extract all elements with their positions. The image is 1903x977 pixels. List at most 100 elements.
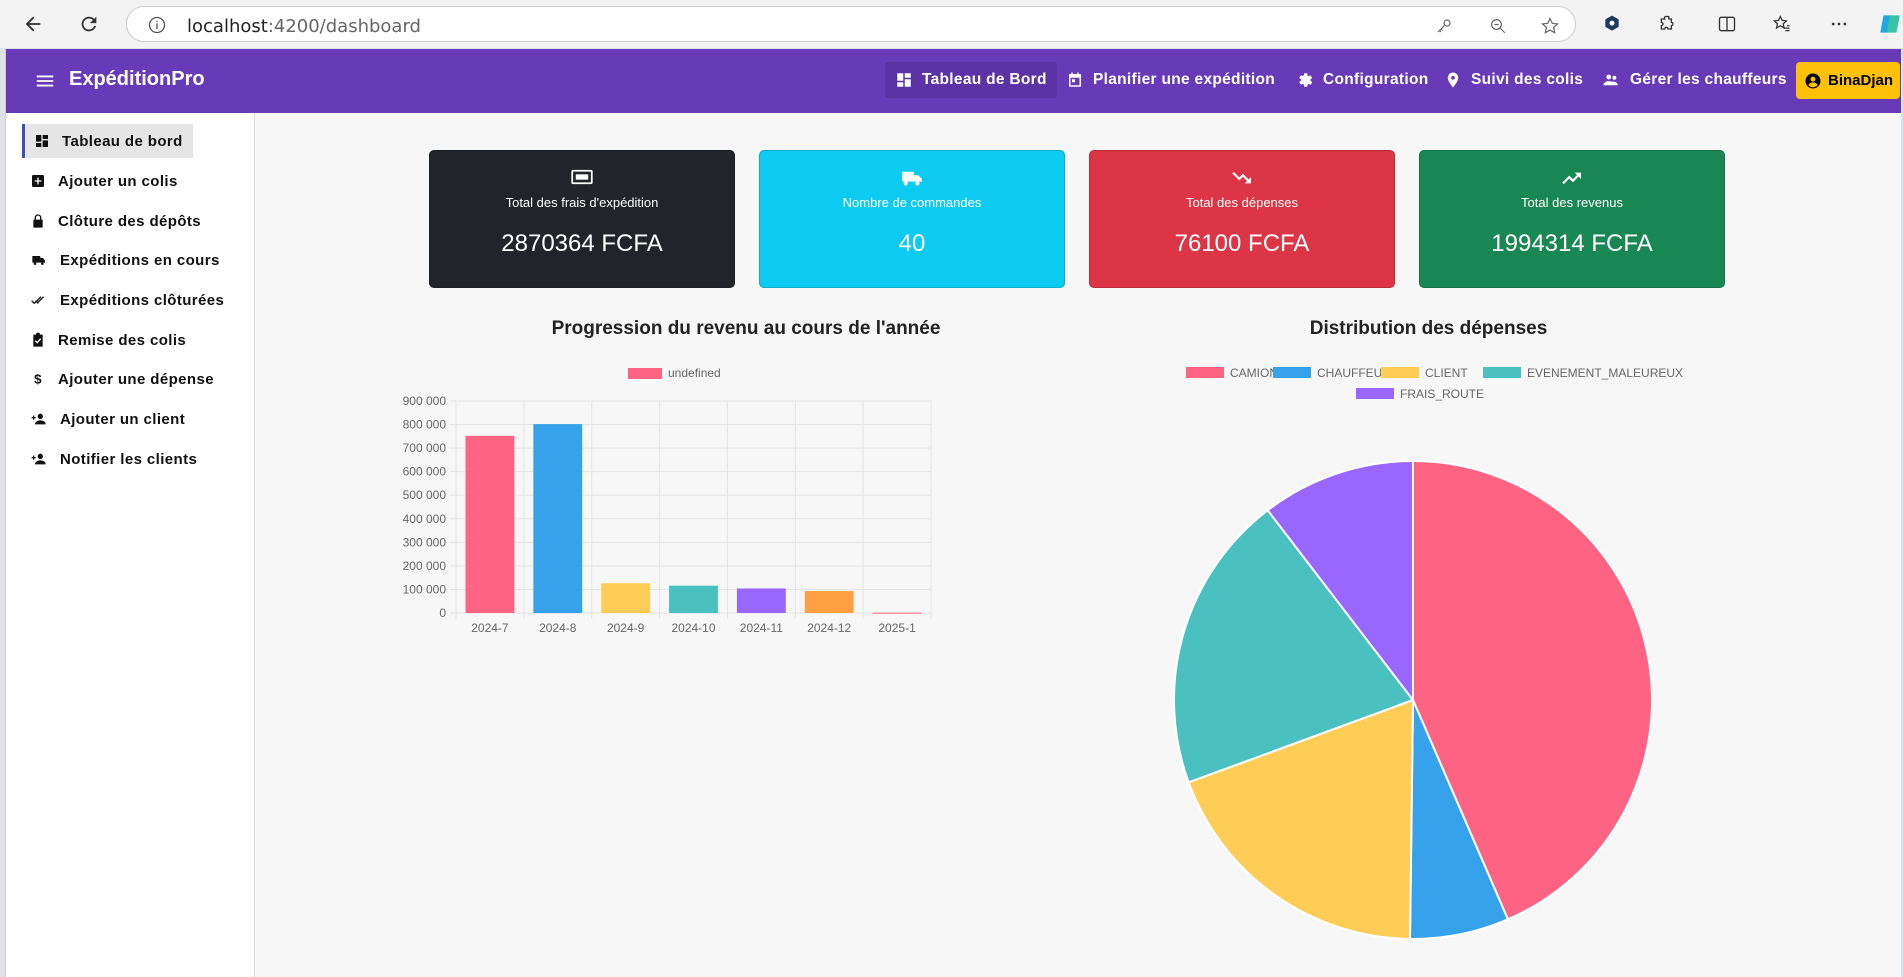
sidebar-item-depot-closing[interactable]: Clôture des dépôts [22, 204, 211, 238]
nav-manage-drivers-label: Gérer les chauffeurs [1630, 71, 1787, 88]
copilot-icon[interactable] [1876, 12, 1903, 36]
account-circle-icon [1805, 73, 1821, 88]
nav-parcel-tracking-label: Suivi des colis [1471, 71, 1584, 88]
legend-label: CAMION [1230, 366, 1278, 380]
url-text: localhost:4200/dashboard [187, 16, 421, 37]
url-host: localhost [187, 16, 268, 37]
y-tick-label: 700 000 [403, 441, 447, 455]
more-options-icon[interactable] [1827, 12, 1851, 36]
nav-configuration-label: Configuration [1323, 71, 1429, 88]
x-tick-label: 2024-10 [671, 621, 715, 633]
bar [669, 585, 718, 613]
sidebar-item-notify-clients[interactable]: Notifier les clients [22, 442, 207, 476]
refresh-icon[interactable] [74, 9, 104, 39]
legend-label: FRAIS_ROUTE [1400, 387, 1484, 401]
add-box-icon [32, 175, 44, 187]
x-tick-label: 2024-11 [740, 621, 783, 633]
legend-label: undefined [668, 366, 721, 380]
card-title: Total des dépenses [1185, 195, 1299, 210]
x-tick-label: 2024-9 [607, 621, 645, 633]
card-title: Total des frais d'expédition [505, 195, 659, 210]
x-tick-label: 2024-12 [807, 621, 851, 633]
legend-label: CHAUFFEUR [1317, 366, 1391, 380]
y-tick-label: 900 000 [403, 394, 447, 408]
split-screen-icon[interactable] [1715, 12, 1739, 36]
extension-shield-icon[interactable] [1600, 12, 1624, 36]
calendar-icon [1069, 72, 1081, 87]
bar [533, 424, 583, 613]
nav-dashboard[interactable]: Tableau de Bord [885, 62, 1057, 98]
sidebar-item-add-client[interactable]: Ajouter un client [22, 402, 195, 436]
zoom-out-icon[interactable] [1487, 15, 1509, 37]
sidebar-item-shipments-in-progress[interactable]: Expéditions en cours [22, 243, 230, 277]
nav-plan-shipment[interactable]: Planifier une expédition [1056, 62, 1285, 98]
bar [601, 583, 651, 613]
sidebar-item-closed-shipments[interactable]: Expéditions clôturées [22, 283, 234, 317]
sidebar-item-add-parcel[interactable]: Ajouter un colis [22, 164, 188, 198]
app: ExpéditionPro Tableau de Bord Planifier … [5, 49, 1901, 977]
legend-swatch [1483, 367, 1521, 378]
trending-up-icon [1562, 172, 1581, 185]
sidebar-item-label: Ajouter une dépense [58, 370, 214, 388]
y-tick-label: 600 000 [403, 465, 447, 479]
nav-plan-shipment-label: Planifier une expédition [1093, 71, 1276, 88]
sidebar-item-label: Notifier les clients [60, 450, 198, 468]
favorite-star-icon[interactable] [1539, 15, 1561, 37]
revenue-bar-chart: undefined 0 100 000 200 000 300 000 400 000 50… [403, 366, 932, 633]
sidebar-item-label: Expéditions clôturées [60, 291, 225, 309]
address-bar[interactable]: localhost:4200/dashboard [126, 6, 1576, 42]
y-tick-label: 100 000 [403, 582, 447, 596]
browser-toolbar: localhost:4200/dashboard [0, 0, 1903, 48]
card-value: 1994314 FCFA [1491, 230, 1653, 257]
bar [465, 435, 515, 613]
sidebar-item-label: Ajouter un client [60, 410, 186, 428]
location-pin-icon [1447, 72, 1459, 88]
lock-icon [33, 214, 43, 228]
card-value: 40 [898, 230, 926, 257]
truck-icon [32, 256, 45, 265]
sidebar-item-label: Expéditions en cours [60, 251, 220, 269]
url-path: :4200/dashboard [267, 16, 421, 37]
dashboard-main: Total des frais d'expédition 2870364 FCF… [256, 113, 1901, 977]
favorites-icon[interactable] [1770, 12, 1794, 36]
y-tick-label: 200 000 [403, 559, 447, 573]
card-value: 76100 FCFA [1174, 230, 1310, 257]
nav-manage-drivers[interactable]: Gérer les chauffeurs [1591, 62, 1797, 98]
sidebar-item-parcel-handover[interactable]: Remise des colis [22, 323, 196, 357]
extensions-puzzle-icon[interactable] [1656, 12, 1680, 36]
card-title: Total des revenus [1521, 195, 1623, 210]
key-icon[interactable] [1433, 15, 1455, 37]
card-title: Nombre de commandes [842, 195, 982, 210]
svg-text:$: $ [34, 372, 42, 387]
legend-swatch [1356, 388, 1394, 399]
gear-icon [1299, 73, 1313, 87]
brand-title: ExpéditionPro [69, 68, 205, 90]
legend-label: CLIENT [1425, 366, 1468, 380]
legend-label: EVENEMENT_MALEUREUX [1527, 366, 1683, 380]
y-tick-label: 400 000 [403, 512, 447, 526]
add-person-icon [31, 413, 46, 425]
legend-swatch [1381, 367, 1419, 378]
sidebar-item-label: Ajouter un colis [58, 172, 178, 190]
sidebar-item-label: Remise des colis [58, 331, 187, 349]
card-orders-count: Nombre de commandes 40 [759, 150, 1065, 288]
nav-dashboard-label: Tableau de Bord [922, 71, 1047, 88]
legend-swatch [628, 368, 662, 379]
sidebar: Tableau de bord Ajouter un colis Clôture… [6, 113, 255, 977]
info-icon[interactable] [147, 15, 167, 40]
back-icon[interactable] [18, 9, 48, 39]
nav-configuration[interactable]: Configuration [1286, 62, 1439, 98]
nav-parcel-tracking[interactable]: Suivi des colis [1434, 62, 1593, 98]
user-button[interactable]: BinaDjan [1796, 62, 1900, 99]
sidebar-item-dashboard[interactable]: Tableau de bord [22, 124, 193, 158]
sidebar-item-add-expense[interactable]: $ Ajouter une dépense [22, 362, 224, 396]
sidebar-item-label: Tableau de bord [62, 132, 183, 150]
add-person-icon [31, 453, 46, 465]
dashboard-icon [36, 135, 48, 147]
bar [804, 591, 854, 613]
bar [872, 612, 922, 614]
menu-icon[interactable] [34, 70, 56, 92]
pie-chart-title: Distribution des dépenses [1309, 318, 1548, 339]
y-tick-label: 300 000 [403, 535, 447, 549]
people-icon [1603, 74, 1618, 86]
